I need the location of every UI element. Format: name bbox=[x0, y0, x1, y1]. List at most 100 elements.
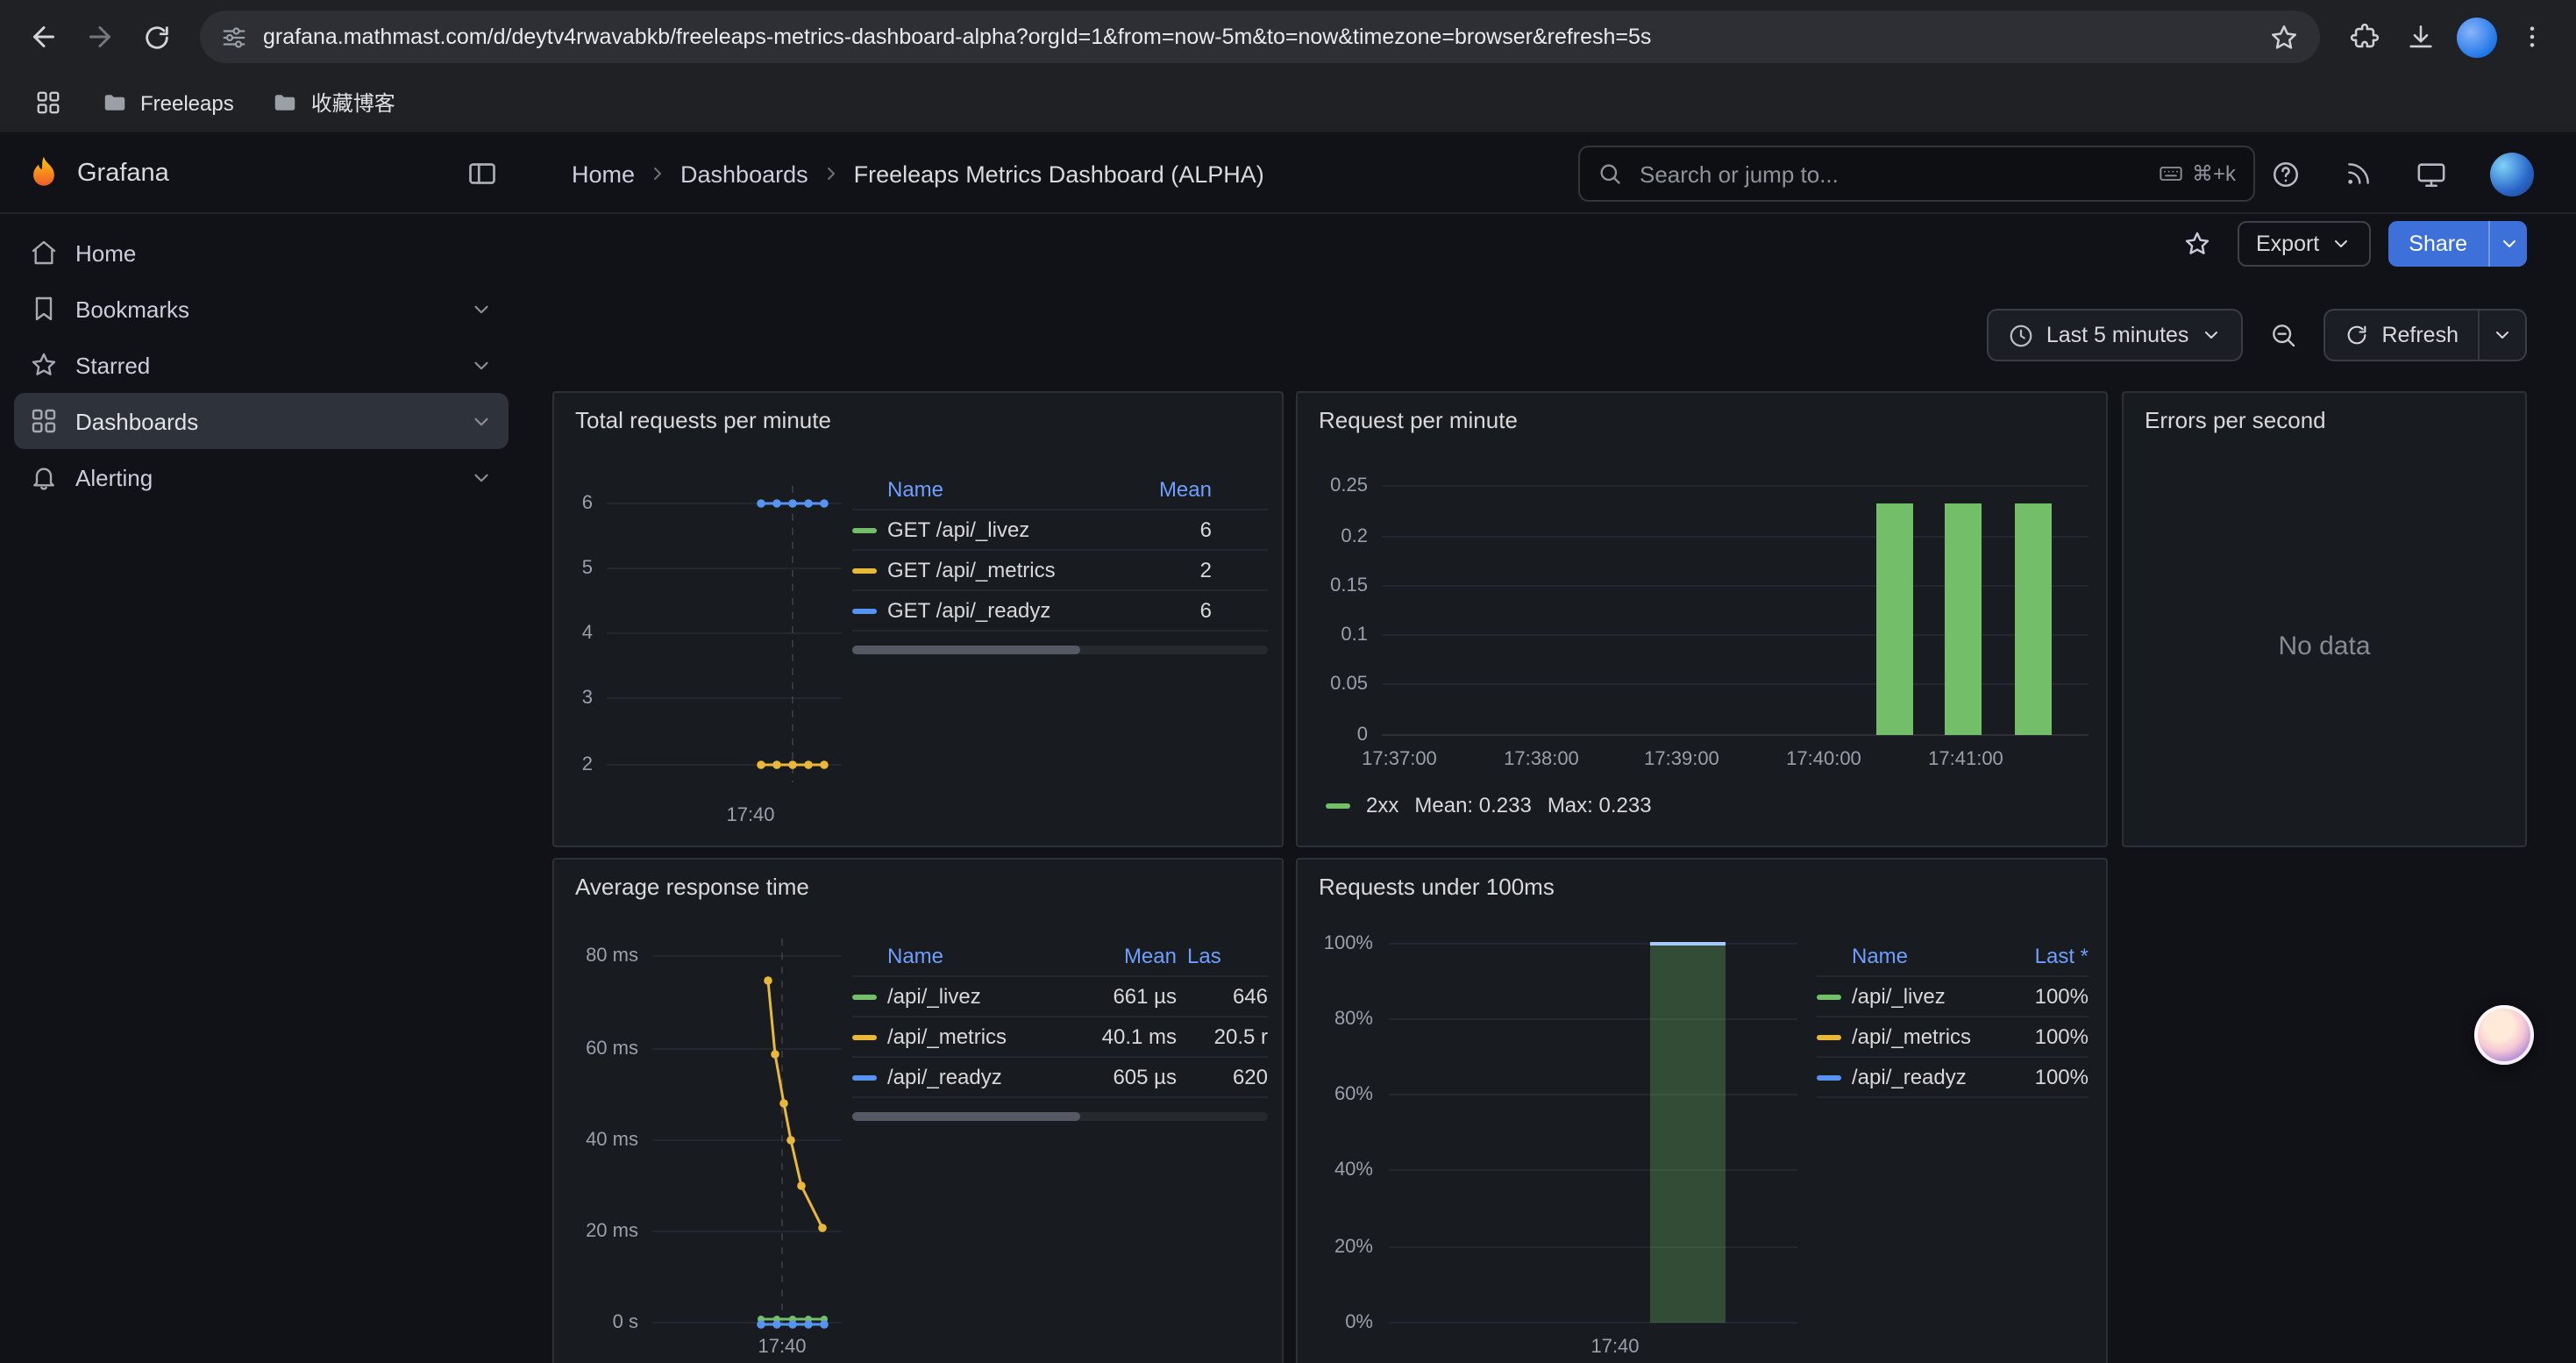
sidebar-item-bookmarks[interactable]: Bookmarks bbox=[14, 281, 509, 337]
sidebar-item-home[interactable]: Home bbox=[14, 225, 509, 281]
scrollbar-thumb[interactable] bbox=[852, 646, 1081, 654]
search-box[interactable]: ⌘+k bbox=[1578, 146, 2255, 202]
y-tick: 0 bbox=[1298, 724, 1368, 746]
series-dash-blue bbox=[852, 608, 877, 613]
chevron-down-icon[interactable] bbox=[470, 466, 493, 489]
series-name[interactable]: GET /api/_readyz bbox=[887, 598, 1114, 623]
series-mean: 6 bbox=[1124, 598, 1212, 623]
x-tick: 17:40:00 bbox=[1771, 749, 1876, 770]
clock-icon bbox=[2008, 322, 2034, 348]
legend-header-name[interactable]: Name bbox=[887, 944, 1068, 968]
back-icon[interactable] bbox=[18, 11, 70, 63]
breadcrumb-home[interactable]: Home bbox=[572, 161, 635, 187]
series-max: Max: 0.233 bbox=[1548, 793, 1652, 817]
help-icon[interactable] bbox=[2271, 159, 2301, 189]
reload-icon[interactable] bbox=[130, 11, 182, 63]
refresh-interval-dropdown[interactable] bbox=[2478, 310, 2525, 360]
profile-icon[interactable] bbox=[2450, 11, 2502, 63]
assistant-avatar[interactable] bbox=[2474, 1005, 2534, 1065]
share-dropdown-icon[interactable] bbox=[2488, 221, 2527, 267]
series-name[interactable]: /api/_livez bbox=[887, 984, 1068, 1009]
series-dash-blue bbox=[1817, 1074, 1841, 1080]
forward-icon[interactable] bbox=[74, 11, 126, 63]
series-name[interactable]: /api/_readyz bbox=[887, 1065, 1068, 1089]
legend-header-mean[interactable]: Mean bbox=[1078, 944, 1177, 968]
sidebar-toggle-icon[interactable] bbox=[466, 158, 498, 189]
y-tick: 0 s bbox=[554, 1312, 638, 1333]
chevron-down-icon[interactable] bbox=[470, 410, 493, 432]
panel-total-requests: Total requests per minute 6 5 4 bbox=[552, 391, 1284, 847]
series-last: 100% bbox=[2008, 1024, 2089, 1049]
share-button[interactable]: Share bbox=[2387, 221, 2527, 267]
brand-name: Grafana bbox=[77, 160, 169, 188]
url-bar[interactable]: grafana.mathmast.com/d/deytv4rwavabkb/fr… bbox=[200, 11, 2320, 63]
legend-table: Name Last * /api/_livez 100% /api/_metri… bbox=[1817, 937, 2089, 1098]
export-button[interactable]: Export bbox=[2237, 221, 2370, 267]
series-mean: 2 bbox=[1124, 558, 1212, 582]
legend-row: /api/_metrics 40.1 ms 20.5 r bbox=[852, 1017, 1268, 1058]
legend-header-name[interactable]: Name bbox=[887, 477, 1114, 502]
series-name[interactable]: /api/_livez bbox=[1852, 984, 1997, 1009]
bookmark-freeleaps[interactable]: Freeleaps bbox=[91, 84, 245, 121]
series-mean: 40.1 ms bbox=[1078, 1024, 1177, 1049]
downloads-icon[interactable] bbox=[2394, 11, 2446, 63]
series-dash-green bbox=[852, 994, 877, 999]
series-name[interactable]: GET /api/_livez bbox=[887, 517, 1114, 542]
time-controls: Last 5 minutes Refresh bbox=[1987, 309, 2527, 361]
legend-scrollbar[interactable] bbox=[852, 646, 1268, 654]
y-tick: 80 ms bbox=[554, 946, 638, 967]
apps-grid-icon[interactable] bbox=[21, 76, 74, 129]
series-name[interactable]: /api/_metrics bbox=[1852, 1024, 1997, 1049]
y-tick: 0.25 bbox=[1298, 475, 1368, 496]
screen: grafana.mathmast.com/d/deytv4rwavabkb/fr… bbox=[0, 0, 2576, 1363]
sidebar: Home Bookmarks Starred bbox=[0, 214, 523, 1363]
chevron-down-icon[interactable] bbox=[470, 297, 493, 320]
y-tick: 60% bbox=[1298, 1084, 1373, 1105]
user-avatar[interactable] bbox=[2490, 152, 2534, 196]
legend-scrollbar[interactable] bbox=[852, 1112, 1268, 1121]
series-name[interactable]: /api/_metrics bbox=[887, 1024, 1068, 1049]
news-rss-icon[interactable] bbox=[2345, 160, 2373, 188]
dashboard-actions: Export Share bbox=[2174, 221, 2527, 267]
bell-icon bbox=[30, 463, 58, 491]
series-dash-yellow bbox=[852, 1034, 877, 1039]
search-icon bbox=[1598, 161, 1622, 186]
series-dash-yellow bbox=[1817, 1034, 1841, 1039]
bookmark-star-icon[interactable] bbox=[2257, 11, 2309, 63]
bookmark-blogs[interactable]: 收藏博客 bbox=[262, 82, 406, 123]
favorite-star-icon[interactable] bbox=[2174, 221, 2219, 267]
series-dash-yellow bbox=[852, 567, 877, 573]
breadcrumb: Home Dashboards Freeleaps Metrics Dashbo… bbox=[572, 133, 1264, 214]
refresh-button[interactable]: Refresh bbox=[2325, 310, 2478, 360]
chevron-down-icon[interactable] bbox=[470, 353, 493, 376]
x-tick: 17:39:00 bbox=[1629, 749, 1734, 770]
search-input[interactable] bbox=[1636, 159, 2145, 189]
series-dash-green bbox=[1817, 994, 1841, 999]
chevron-down-icon bbox=[2492, 325, 2513, 346]
sidebar-item-dashboards[interactable]: Dashboards bbox=[14, 393, 509, 449]
series-name[interactable]: 2xx bbox=[1366, 793, 1398, 817]
legend-header-mean[interactable]: Mean bbox=[1124, 477, 1212, 502]
series-name[interactable]: /api/_readyz bbox=[1852, 1065, 1997, 1089]
breadcrumb-dashboards[interactable]: Dashboards bbox=[680, 161, 808, 187]
panel-requests-under-100ms: Requests under 100ms 100% 80% 60% 40% 20… bbox=[1296, 858, 2108, 1363]
legend-header-name[interactable]: Name bbox=[1852, 944, 1997, 968]
sidebar-item-starred[interactable]: Starred bbox=[14, 337, 509, 393]
site-settings-icon[interactable] bbox=[221, 24, 247, 50]
legend-header-last[interactable]: Las bbox=[1187, 944, 1268, 968]
folder-icon bbox=[102, 89, 128, 116]
panel-title[interactable]: Errors per second bbox=[2145, 407, 2326, 433]
extensions-icon[interactable] bbox=[2338, 11, 2390, 63]
browser-menu-icon[interactable] bbox=[2506, 11, 2558, 63]
grafana-logo[interactable] bbox=[25, 154, 63, 193]
scrollbar-thumb[interactable] bbox=[852, 1112, 1081, 1121]
sidebar-item-label: Dashboards bbox=[75, 408, 198, 434]
series-name[interactable]: GET /api/_metrics bbox=[887, 558, 1114, 582]
time-range-picker[interactable]: Last 5 minutes bbox=[1987, 309, 2244, 361]
monitor-icon[interactable] bbox=[2416, 159, 2446, 189]
sidebar-item-alerting[interactable]: Alerting bbox=[14, 449, 509, 505]
y-tick: 40% bbox=[1298, 1160, 1373, 1181]
y-tick: 100% bbox=[1298, 933, 1373, 954]
legend-header-last[interactable]: Last * bbox=[2008, 944, 2089, 968]
zoom-out-icon[interactable] bbox=[2259, 310, 2308, 360]
